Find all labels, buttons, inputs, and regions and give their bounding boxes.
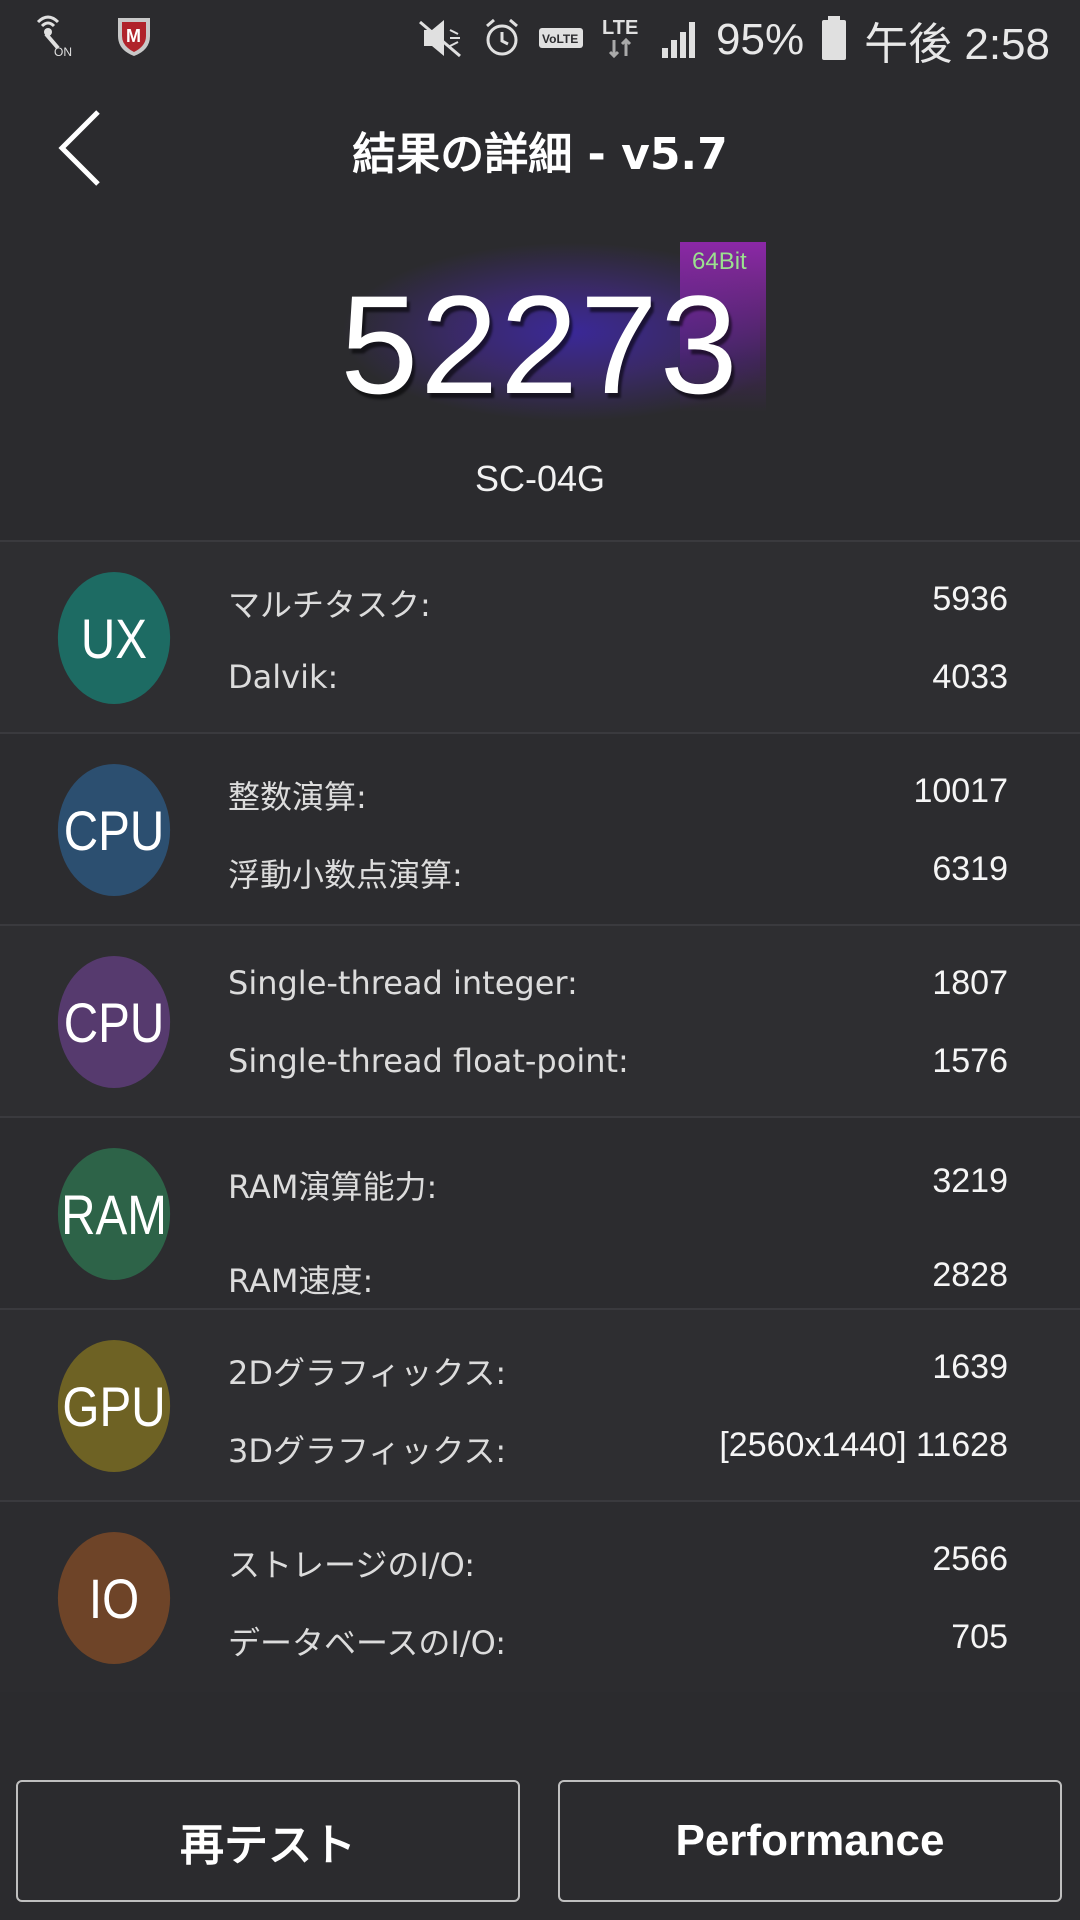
metric-row: 整数演算: 10017 bbox=[228, 772, 1008, 816]
io-badge: IO bbox=[57, 1532, 171, 1664]
metric-label: Dalvik: bbox=[228, 658, 339, 696]
metric-value: 2828 bbox=[932, 1256, 1008, 1294]
status-bar: ON M VoLTE LTE 95% 午後 2:58 bbox=[0, 0, 1080, 78]
page-title: 結果の詳細 - v5.7 bbox=[352, 129, 728, 180]
metric-label: RAM速度: bbox=[228, 1262, 374, 1300]
metric-value: 1639 bbox=[932, 1348, 1008, 1386]
cpu-badge: CPU bbox=[57, 956, 171, 1088]
category-row-cpu-single[interactable]: CPU Single-thread integer: 1807 Single-t… bbox=[0, 924, 1080, 1116]
metric-value: [2560x1440] 11628 bbox=[719, 1426, 1008, 1464]
metric-row: 2Dグラフィックス: 1639 bbox=[228, 1348, 1008, 1392]
nfc-on-text: ON bbox=[54, 45, 72, 58]
metric-row: RAM速度: 2828 bbox=[228, 1256, 1008, 1300]
metric-value: 6319 bbox=[932, 850, 1008, 888]
bottom-actions: 再テスト Performance bbox=[0, 1776, 1080, 1906]
category-list: UX マルチタスク: 5936 Dalvik: 4033 CPU 整数演算: 1… bbox=[0, 540, 1080, 1692]
nfc-icon: ON bbox=[36, 14, 80, 62]
performance-button[interactable]: Performance bbox=[558, 1780, 1062, 1902]
signal-icon bbox=[660, 16, 700, 64]
volte-icon: VoLTE bbox=[538, 25, 584, 55]
metric-row: RAM演算能力: 3219 bbox=[228, 1162, 1008, 1206]
volte-text: VoLTE bbox=[542, 32, 578, 46]
category-row-cpu-multi[interactable]: CPU 整数演算: 10017 浮動小数点演算: 6319 bbox=[0, 732, 1080, 924]
gpu-badge: GPU bbox=[57, 1340, 171, 1472]
battery-icon bbox=[820, 14, 848, 66]
metric-value: 1807 bbox=[932, 964, 1008, 1002]
metric-value: 2566 bbox=[932, 1540, 1008, 1578]
total-score: 52273 bbox=[340, 266, 740, 423]
category-row-io[interactable]: IO ストレージのI/O: 2566 データベースのI/O: 705 bbox=[0, 1500, 1080, 1692]
battery-percent: 95% bbox=[716, 15, 805, 64]
app-bar: 結果の詳細 - v5.7 bbox=[0, 78, 1080, 218]
metric-label: Single-thread integer: bbox=[228, 964, 578, 1002]
lte-text: LTE bbox=[602, 17, 638, 39]
metric-row: Dalvik: 4033 bbox=[228, 658, 1008, 698]
metric-label: 3Dグラフィックス: bbox=[228, 1432, 507, 1470]
lte-icon: LTE bbox=[600, 14, 644, 66]
metric-row: 3Dグラフィックス: [2560x1440] 11628 bbox=[228, 1426, 1008, 1470]
metric-label: 浮動小数点演算: bbox=[228, 856, 463, 894]
metric-value: 10017 bbox=[913, 772, 1008, 810]
retest-button[interactable]: 再テスト bbox=[16, 1780, 520, 1902]
metric-label: RAM演算能力: bbox=[228, 1168, 438, 1206]
metric-row: Single-thread float-point: 1576 bbox=[228, 1042, 1008, 1082]
mcafee-icon: M bbox=[114, 14, 154, 62]
metric-row: 浮動小数点演算: 6319 bbox=[228, 850, 1008, 894]
metric-row: データベースのI/O: 705 bbox=[228, 1618, 1008, 1662]
ux-badge: UX bbox=[57, 572, 171, 704]
metric-label: マルチタスク: bbox=[228, 586, 431, 624]
metric-value: 4033 bbox=[932, 658, 1008, 696]
metric-label: Single-thread float-point: bbox=[228, 1042, 629, 1080]
cpu-badge: CPU bbox=[57, 764, 171, 896]
device-name: SC-04G bbox=[474, 458, 606, 499]
metric-value: 3219 bbox=[932, 1162, 1008, 1200]
metric-label: ストレージのI/O: bbox=[228, 1546, 475, 1584]
category-row-gpu[interactable]: GPU 2Dグラフィックス: 1639 3Dグラフィックス: [2560x144… bbox=[0, 1308, 1080, 1500]
metric-row: Single-thread integer: 1807 bbox=[228, 964, 1008, 1004]
metric-value: 1576 bbox=[932, 1042, 1008, 1080]
alarm-icon bbox=[482, 16, 522, 64]
metric-label: データベースのI/O: bbox=[228, 1624, 507, 1662]
metric-value: 705 bbox=[951, 1618, 1008, 1656]
ram-badge: RAM bbox=[57, 1148, 171, 1280]
total-score-panel: 64Bit 52273 SC-04G bbox=[0, 218, 1080, 540]
category-row-ram[interactable]: RAM RAM演算能力: 3219 RAM速度: 2828 bbox=[0, 1116, 1080, 1308]
mute-icon bbox=[414, 16, 466, 64]
benchmark-result-screen: ON M VoLTE LTE 95% 午後 2:58 結果の詳細 - v5.7 … bbox=[0, 0, 1080, 1920]
metric-row: マルチタスク: 5936 bbox=[228, 580, 1008, 624]
category-row-ux[interactable]: UX マルチタスク: 5936 Dalvik: 4033 bbox=[0, 540, 1080, 732]
metric-row: ストレージのI/O: 2566 bbox=[228, 1540, 1008, 1584]
metric-label: 整数演算: bbox=[228, 778, 367, 816]
metric-value: 5936 bbox=[932, 580, 1008, 618]
svg-text:M: M bbox=[126, 26, 141, 46]
metric-label: 2Dグラフィックス: bbox=[228, 1354, 507, 1392]
clock: 午後 2:58 bbox=[864, 20, 1050, 69]
